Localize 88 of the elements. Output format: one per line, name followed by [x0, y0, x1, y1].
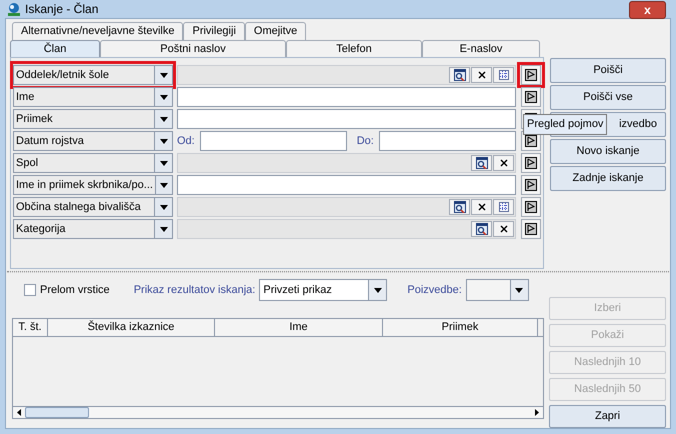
tab[interactable]: Omejitve: [244, 22, 306, 40]
magnifier-icon: [454, 69, 466, 81]
action-button[interactable]: Zapri: [549, 405, 666, 428]
text-field[interactable]: [177, 87, 516, 107]
column-header[interactable]: Priimek: [383, 319, 538, 336]
dropdown-arrow-icon: [160, 204, 168, 210]
search-button[interactable]: [449, 199, 470, 215]
magnifier-icon: [476, 223, 488, 235]
clear-icon: [478, 71, 486, 79]
flag-icon: [525, 223, 537, 235]
clear-icon: [500, 225, 508, 233]
tooltip: Pregled pojmov: [523, 114, 608, 135]
column-header[interactable]: Številka izkaznice: [48, 319, 215, 336]
grid-button[interactable]: [493, 67, 514, 83]
flag-icon: [525, 157, 537, 169]
dropdown-arrow-icon: [160, 116, 168, 122]
text-field[interactable]: [177, 175, 516, 195]
field-dropdown[interactable]: Oddelek/letnik šole: [13, 65, 173, 85]
field-dropdown[interactable]: Ime in priimek skrbnika/po...: [13, 175, 173, 195]
queries-dropdown[interactable]: [466, 279, 529, 301]
tab[interactable]: Član: [10, 40, 100, 57]
column-header[interactable]: Ime: [215, 319, 383, 336]
field-dropdown[interactable]: Kategorija: [13, 219, 173, 239]
tab[interactable]: Poštni naslov: [100, 40, 286, 57]
dropdown-arrow-icon: [160, 182, 168, 188]
concepts-button[interactable]: [521, 153, 541, 173]
grid-icon: [498, 70, 508, 80]
tab[interactable]: Alternativne/neveljavne številke: [12, 22, 184, 40]
clear-icon: [478, 203, 486, 211]
dropdown-arrow-icon: [160, 226, 168, 232]
window-title: Iskanje - Član: [25, 1, 98, 18]
dropdown-arrow-icon: [160, 138, 168, 144]
action-button[interactable]: Poišči: [550, 58, 666, 83]
grid-icon: [498, 202, 508, 212]
concepts-button[interactable]: [521, 197, 541, 217]
scroll-right-icon: [535, 409, 539, 416]
tab[interactable]: Telefon: [286, 40, 422, 57]
display-dropdown[interactable]: Privzeti prikaz: [259, 279, 388, 301]
field-dropdown[interactable]: Spol: [13, 153, 173, 173]
magnifier-icon: [454, 201, 466, 213]
scrollbar-thumb[interactable]: [25, 407, 89, 418]
text-field[interactable]: [177, 109, 516, 129]
close-button[interactable]: x: [629, 1, 666, 19]
dropdown-arrow-icon: [160, 160, 168, 166]
clear-button[interactable]: [471, 67, 492, 83]
horizontal-scrollbar[interactable]: [13, 406, 543, 418]
line-break-label: Prelom vrstice: [40, 282, 110, 298]
flag-icon: [525, 179, 537, 191]
search-button[interactable]: [471, 221, 492, 237]
field-dropdown[interactable]: Priimek: [13, 109, 173, 129]
grid-button[interactable]: [493, 199, 514, 215]
display-label: Prikaz rezultatov iskanja:: [134, 282, 256, 298]
to-label: Do:: [356, 134, 375, 149]
search-button[interactable]: [449, 67, 470, 83]
flag-icon: [525, 135, 537, 147]
action-button[interactable]: Novo iskanje: [550, 139, 666, 164]
dropdown-arrow-icon: [160, 94, 168, 100]
action-button[interactable]: Poišči vse: [550, 85, 666, 110]
flag-icon: [525, 91, 537, 103]
field-dropdown[interactable]: Ime: [13, 87, 173, 107]
field-dropdown[interactable]: Občina stalnega bivališča: [13, 197, 173, 217]
tab[interactable]: Privilegiji: [183, 22, 245, 40]
action-button[interactable]: Zadnje iskanje: [550, 166, 666, 191]
from-label: Od:: [177, 134, 196, 149]
clear-button[interactable]: [471, 199, 492, 215]
dropdown-arrow-icon: [515, 288, 524, 292]
concepts-button[interactable]: [521, 87, 541, 107]
field-dropdown[interactable]: Datum rojstva: [13, 131, 173, 151]
app-logo-icon: [7, 2, 21, 16]
concepts-button[interactable]: [521, 65, 541, 85]
clear-button[interactable]: [493, 155, 514, 171]
column-header[interactable]: T. št.: [13, 319, 48, 336]
date-to-field[interactable]: [378, 131, 516, 151]
magnifier-icon: [476, 157, 488, 169]
concepts-button[interactable]: [521, 175, 541, 195]
clear-button[interactable]: [493, 221, 514, 237]
concepts-button[interactable]: [521, 219, 541, 239]
dropdown-arrow-icon: [160, 72, 168, 78]
tab[interactable]: E-naslov: [422, 40, 540, 57]
flag-icon: [525, 69, 537, 81]
clear-icon: [500, 159, 508, 167]
dropdown-arrow-icon: [374, 288, 382, 292]
search-button[interactable]: [471, 155, 492, 171]
flag-icon: [525, 201, 537, 213]
scroll-left-icon: [17, 409, 21, 416]
queries-label: Poizvedbe:: [407, 282, 462, 298]
line-break-checkbox[interactable]: [24, 284, 36, 296]
date-from-field[interactable]: [200, 131, 347, 151]
